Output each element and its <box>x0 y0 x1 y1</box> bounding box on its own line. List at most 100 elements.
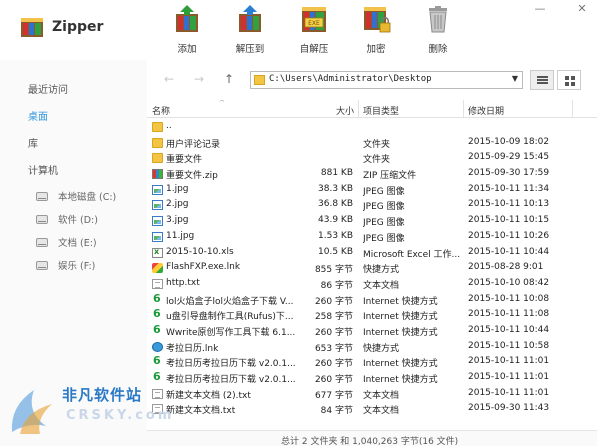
sidebar-item-computer[interactable]: 计算机 <box>28 162 58 177</box>
minimize-button[interactable]: — <box>533 2 547 16</box>
file-type: JPEG 图像 <box>363 233 405 244</box>
up-arrow-icon[interactable]: ↑ <box>221 72 237 86</box>
file-name: 3.jpg <box>166 215 189 226</box>
icon-view-button[interactable] <box>557 70 581 90</box>
file-type: JPEG 图像 <box>363 218 405 229</box>
file-date: 2015-10-11 10:26 <box>468 230 550 241</box>
sidebar-item-desktop[interactable]: 桌面 <box>28 108 48 123</box>
chevron-down-icon[interactable]: ▼ <box>512 74 518 83</box>
file-name: 用户评论记录 <box>166 139 221 150</box>
file-type: JPEG 图像 <box>363 186 405 197</box>
path-text: C:\Users\Administrator\Desktop <box>269 74 432 84</box>
file-date: 2015-10-11 11:01 <box>468 372 550 382</box>
column-name[interactable]: 名称 <box>152 104 170 117</box>
watermark-logo-icon <box>11 390 52 434</box>
sidebar-item-library[interactable]: 库 <box>28 135 38 150</box>
file-name: 2.jpg <box>166 199 189 210</box>
folder-icon <box>152 137 163 148</box>
text-file-icon <box>152 278 163 289</box>
close-button[interactable]: ✕ <box>575 2 589 16</box>
status-summary: 总计 2 文件夹 和 1,040,263 字节(16 文件) <box>281 437 459 446</box>
file-date: 2015-10-11 11:34 <box>468 183 550 194</box>
sidebar-drive-d[interactable]: 软件 (D:) <box>36 212 98 226</box>
table-row[interactable]: .. <box>147 119 597 135</box>
extract-to-button[interactable]: 解压到 <box>223 4 277 55</box>
self-extract-button[interactable]: EXE 自解压 <box>287 4 341 55</box>
table-row[interactable]: 用户评论记录 文件夹 2015-10-09 18:02 <box>147 135 597 151</box>
table-row[interactable]: 考拉日历考拉日历下载 v2.0.1... 260 字节 Internet 快捷方式 2… <box>147 354 597 370</box>
file-date: 2015-08-28 9:01 <box>468 262 544 273</box>
file-type: 快捷方式 <box>363 343 400 354</box>
details-view-button[interactable] <box>530 70 554 90</box>
delete-button[interactable]: 删除 <box>411 4 465 55</box>
drive-label: 文档 (E:) <box>58 238 97 249</box>
encrypt-button[interactable]: 加密 <box>349 4 403 55</box>
zipper-window: Zipper 添加 解压到 EXE 自解压 加密 删除 — ✕ 最近访问 桌面 … <box>0 0 597 446</box>
file-name: 考拉日历考拉日历下载 v2.0.1... <box>166 375 296 385</box>
sidebar-drive-f[interactable]: 娱乐 (F:) <box>36 258 95 272</box>
table-row[interactable]: 新建文本文档.txt 84 字节 文本文档 2015-09-30 11:43 <box>147 401 597 417</box>
table-row[interactable]: http.txt 86 字节 文本文档 2015-10-10 08:42 <box>147 276 597 292</box>
file-name: Wwrite原创写作工具下载 6.1... <box>166 327 296 338</box>
table-row[interactable]: FlashFXP.exe.lnk 855 字节 快捷方式 2015-08-28 9:0… <box>147 260 597 276</box>
table-row[interactable]: 重要文件 文件夹 2015-09-29 15:45 <box>147 150 597 166</box>
file-name: 2015-10-10.xls <box>166 246 234 257</box>
address-bar: ← → ↑ C:\Users\Administrator\Desktop ▼ <box>147 62 597 98</box>
column-divider[interactable] <box>358 100 359 118</box>
file-type: JPEG 图像 <box>363 202 405 213</box>
file-date: 2015-10-11 11:01 <box>468 387 550 398</box>
file-name: 考拉日历.lnk <box>166 343 219 354</box>
back-arrow-icon[interactable]: ← <box>161 72 177 86</box>
column-divider[interactable] <box>463 100 464 118</box>
file-rows: .. 用户评论记录 文件夹 2015-10-09 18:02 重要文件 文件夹 2015… <box>147 119 597 417</box>
top-toolbar: Zipper 添加 解压到 EXE 自解压 加密 删除 — ✕ <box>0 0 597 60</box>
table-row[interactable]: 2015-10-10.xls 10.5 KB Microsoft Excel 工作.… <box>147 245 597 261</box>
file-size: 677 字节 <box>314 390 353 401</box>
file-size: 653 字节 <box>314 343 353 354</box>
column-divider[interactable] <box>572 100 573 118</box>
table-row[interactable]: 1.jpg 38.3 KB JPEG 图像 2015-10-11 11:34 <box>147 182 597 198</box>
file-type: 文本文档 <box>363 280 400 291</box>
extract-to-label: 解压到 <box>235 44 265 55</box>
column-date[interactable]: 修改日期 <box>468 104 504 117</box>
table-row[interactable]: 考拉日历考拉日历下载 v2.0.1... 260 字节 Internet 快捷方式 2… <box>147 370 597 386</box>
file-type: 文件夹 <box>363 139 391 150</box>
delete-label: 删除 <box>428 44 448 55</box>
watermark-cn-text: 非凡软件站 <box>62 386 143 404</box>
column-type[interactable]: 项目类型 <box>363 104 399 117</box>
file-name: 重要文件 <box>166 155 203 166</box>
folder-icon <box>152 122 163 132</box>
add-archive-icon <box>176 5 198 32</box>
sidebar-drive-e[interactable]: 文档 (E:) <box>36 235 97 249</box>
shortcut-icon <box>152 263 163 274</box>
table-row[interactable]: u盘引导盘制作工具(Rufus)下... 258 字节 Internet 快捷方式 2… <box>147 307 597 323</box>
table-row[interactable]: 新建文本文档 (2).txt 677 字节 文本文档 2015-10-11 11:01 <box>147 386 597 402</box>
list-view-icon <box>537 76 548 84</box>
file-name: 新建文本文档.txt <box>166 406 236 417</box>
drive-label: 软件 (D:) <box>58 215 98 226</box>
file-type: Internet 快捷方式 <box>363 359 438 370</box>
drive-label: 娱乐 (F:) <box>58 261 96 272</box>
table-row[interactable]: lol火焰盒子lol火焰盒子下载 V... 260 字节 Internet 快捷方式… <box>147 292 597 308</box>
hard-drive-icon <box>36 260 48 270</box>
path-input[interactable]: C:\Users\Administrator\Desktop ▼ <box>250 71 523 89</box>
file-date: 2015-10-11 11:01 <box>468 356 550 367</box>
table-row[interactable]: Wwrite原创写作工具下载 6.1... 260 字节 Internet 快捷方式… <box>147 323 597 339</box>
file-size: 855 字节 <box>314 265 353 276</box>
sidebar-drive-c[interactable]: 本地磁盘 (C:) <box>36 189 116 203</box>
table-row[interactable]: 11.jpg 1.53 KB JPEG 图像 2015-10-11 10:26 <box>147 229 597 245</box>
column-size[interactable]: 大小 <box>336 104 354 117</box>
table-row[interactable]: 3.jpg 43.9 KB JPEG 图像 2015-10-11 10:15 <box>147 213 597 229</box>
file-type: ZIP 压缩文件 <box>363 171 417 182</box>
extract-to-icon <box>239 5 261 32</box>
table-row[interactable]: 2.jpg 36.8 KB JPEG 图像 2015-10-11 10:13 <box>147 197 597 213</box>
sort-ascending-icon: ^ <box>219 100 225 107</box>
sidebar-item-recent[interactable]: 最近访问 <box>28 81 68 96</box>
file-list: 名称 ^ 大小 项目类型 修改日期 .. 用户评论记录 文件夹 2015-10-09… <box>147 100 597 430</box>
file-type: 文本文档 <box>363 390 400 401</box>
table-row[interactable]: 考拉日历.lnk 653 字节 快捷方式 2015-10-11 10:58 <box>147 339 597 355</box>
forward-arrow-icon[interactable]: → <box>191 72 207 86</box>
add-button[interactable]: 添加 <box>160 4 214 55</box>
table-row[interactable]: 重要文件.zip 881 KB ZIP 压缩文件 2015-09-30 17:59 <box>147 166 597 182</box>
file-name: lol火焰盒子lol火焰盒子下载 V... <box>166 296 294 307</box>
